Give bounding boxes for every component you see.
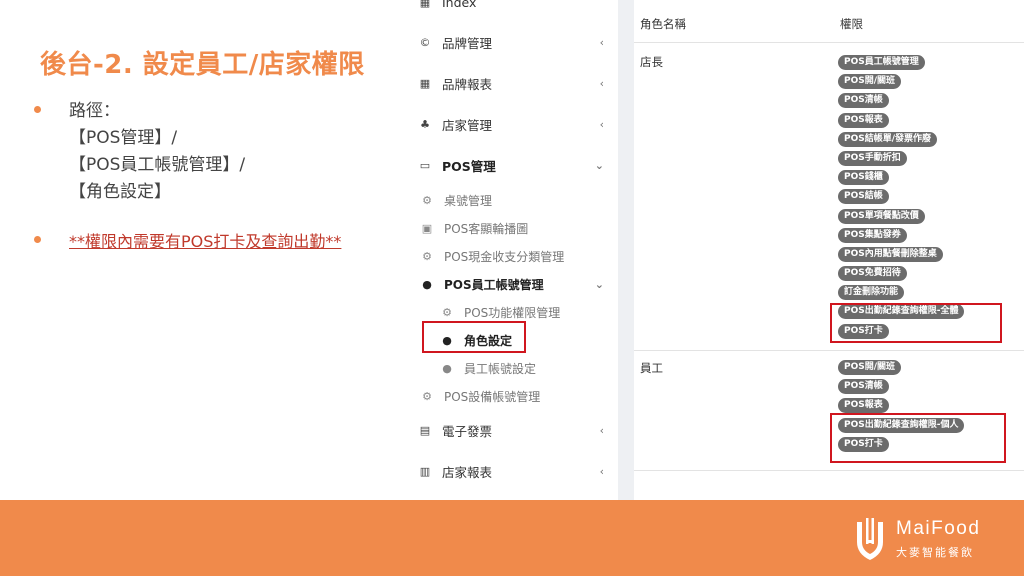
path-text: 路徑： 【POS管理】/ 【POS員工帳號管理】/ 【角色設定】 (69, 98, 245, 206)
permission-badge: POS清帳 (838, 379, 889, 395)
sidebar-item-label: 品牌管理 (442, 35, 493, 51)
user-icon: ● (442, 361, 452, 375)
user-icon: ● (422, 277, 432, 291)
gear-icon: ⚙ (422, 249, 432, 263)
footer-bar: MaiFood 大麥智能餐飲 (0, 500, 1024, 576)
sidebar-subitem-label: POS功能權限管理 (464, 305, 561, 320)
chevron-down-icon: ⌄ (594, 158, 604, 172)
sidebar-subitem-label: POS設備帳號管理 (444, 389, 541, 404)
permission-list-store-manager: POS員工帳號管理 POS開/關班 POS清帳 POS報表 POS結帳單/發票作… (838, 55, 965, 343)
sidebar-subitem-pos-staff-accounts[interactable]: ● POS員工帳號管理 ⌄ (404, 270, 618, 298)
sidebar-item-label: 電子發票 (442, 423, 493, 439)
dashboard-icon: ▦ (419, 0, 431, 9)
bullet-list: 路徑： 【POS管理】/ 【POS員工帳號管理】/ 【角色設定】 **權限內需要… (34, 98, 404, 277)
sidebar-subitem-device-accounts[interactable]: ⚙ POS設備帳號管理 (404, 382, 618, 410)
permission-badge: POS報表 (838, 112, 889, 128)
manager-attendance-highlight (830, 303, 1002, 343)
role-staff: 員工 (640, 361, 663, 375)
sidebar-item-store-report[interactable]: ▥ 店家報表 ‹ (404, 451, 618, 491)
permission-badge: POS免費招待 (838, 266, 907, 282)
sidebar-subitem-label: POS現金收支分類管理 (444, 249, 565, 264)
row-divider (634, 470, 1024, 471)
sidebar-item-brand-report[interactable]: ▦ 品牌報表 ‹ (404, 63, 618, 103)
path-line-pos-staff-accounts: 【POS員工帳號管理】/ (69, 155, 246, 175)
chevron-left-icon: ‹ (599, 423, 604, 437)
gear-icon: ⚙ (422, 193, 432, 207)
path-line-role-settings: 【角色設定】 (69, 182, 171, 202)
role-settings-highlight (422, 321, 526, 353)
header-divider (634, 42, 1024, 43)
row-divider (634, 350, 1024, 351)
sidebar-subitem-staff-account-settings[interactable]: ● 員工帳號設定 (404, 354, 618, 382)
sidebar-subitem-cash-category[interactable]: ⚙ POS現金收支分類管理 (404, 242, 618, 270)
sidebar-subitem-table-number[interactable]: ⚙ 桌號管理 (404, 186, 618, 214)
permission-badge: POS集點發券 (838, 227, 907, 243)
permission-badge: POS結帳 (838, 189, 889, 205)
permission-badge: 訂金刪除功能 (838, 285, 905, 301)
sidebar-item-pos-management[interactable]: ▭ POS管理 ⌄ (404, 145, 618, 185)
staff-attendance-highlight (830, 413, 1006, 463)
bullet-dot (34, 106, 41, 113)
sitemap-icon: ♣ (420, 117, 430, 131)
sidebar-subitem-label: 桌號管理 (444, 193, 493, 208)
sidebar-item-label: 店家管理 (442, 117, 493, 133)
admin-screenshot: ▦ Index © 品牌管理 ‹ ▦ 品牌報表 ‹ ♣ 店家管理 ‹ ▭ POS… (404, 0, 1024, 500)
maifood-logo-icon (857, 518, 883, 560)
path-line-label: 路徑： (69, 101, 120, 121)
permission-badge: POS報表 (838, 398, 889, 414)
permission-badge: POS錢櫃 (838, 170, 889, 186)
chevron-left-icon: ‹ (599, 464, 604, 478)
bar-chart-icon: ▥ (419, 464, 431, 478)
warning-text: **權限內需要有POS打卡及查詢出勤** (69, 232, 342, 251)
sidebar-item-brand-management[interactable]: © 品牌管理 ‹ (404, 22, 618, 62)
chevron-left-icon: ‹ (599, 76, 604, 90)
slide-title: 後台-2. 設定員工/店家權限 (40, 50, 365, 80)
bullet-dot (34, 236, 41, 243)
copyright-icon: © (419, 35, 431, 49)
permission-table: 角色名稱 權限 店長 POS員工帳號管理 POS開/關班 POS清帳 POS報表… (634, 0, 1024, 500)
monitor-icon: ▭ (419, 158, 431, 172)
header-permissions: 權限 (840, 17, 863, 31)
brand-subtitle: 大麥智能餐飲 (896, 546, 974, 559)
header-role-name: 角色名稱 (640, 17, 686, 31)
sidebar-subitem-label: POS員工帳號管理 (444, 277, 544, 292)
sidebar-subitem-label: 員工帳號設定 (464, 361, 537, 376)
bullet-path: 路徑： 【POS管理】/ 【POS員工帳號管理】/ 【角色設定】 (34, 98, 404, 206)
sidebar-item-store-management[interactable]: ♣ 店家管理 ‹ (404, 104, 618, 144)
gear-icon: ⚙ (442, 305, 452, 319)
permission-badge: POS單項餐點改價 (838, 208, 925, 224)
permission-badge: POS員工帳號管理 (838, 55, 925, 70)
permission-badge: POS開/關班 (838, 74, 902, 90)
bullet-warning: **權限內需要有POS打卡及查詢出勤** (34, 228, 404, 255)
sidebar-item-label: 店家報表 (442, 464, 493, 480)
permission-badge: POS手動折扣 (838, 150, 907, 166)
permission-badge: POS開/關班 (838, 360, 902, 375)
sidebar-item-label: 品牌報表 (442, 76, 493, 92)
image-icon: ▣ (421, 221, 433, 235)
permission-badge: POS清帳 (838, 93, 889, 109)
sidebar-item-label: Index (442, 0, 477, 10)
table-icon: ▦ (419, 76, 431, 90)
sidebar-item-e-invoice[interactable]: ▤ 電子發票 ‹ (404, 410, 618, 450)
chevron-down-icon: ⌄ (594, 277, 604, 291)
permission-badge: POS結帳單/發票作廢 (838, 131, 938, 147)
gear-icon: ⚙ (422, 389, 432, 403)
path-line-pos-management: 【POS管理】/ (69, 128, 178, 148)
invoice-icon: ▤ (419, 423, 431, 437)
sidebar-item-label: POS管理 (442, 158, 496, 174)
sidebar-subitem-label: POS客顯輪播圖 (444, 221, 529, 236)
sidebar-subitem-customer-display[interactable]: ▣ POS客顯輪播圖 (404, 214, 618, 242)
chevron-left-icon: ‹ (599, 35, 604, 49)
chevron-left-icon: ‹ (599, 117, 604, 131)
sidebar-item-index[interactable]: ▦ Index (404, 0, 618, 22)
permission-badge: POS內用點餐刪除整桌 (838, 246, 943, 262)
brand-name: MaiFood (896, 518, 981, 539)
role-store-manager: 店長 (640, 55, 663, 69)
sidebar: ▦ Index © 品牌管理 ‹ ▦ 品牌報表 ‹ ♣ 店家管理 ‹ ▭ POS… (404, 0, 618, 500)
